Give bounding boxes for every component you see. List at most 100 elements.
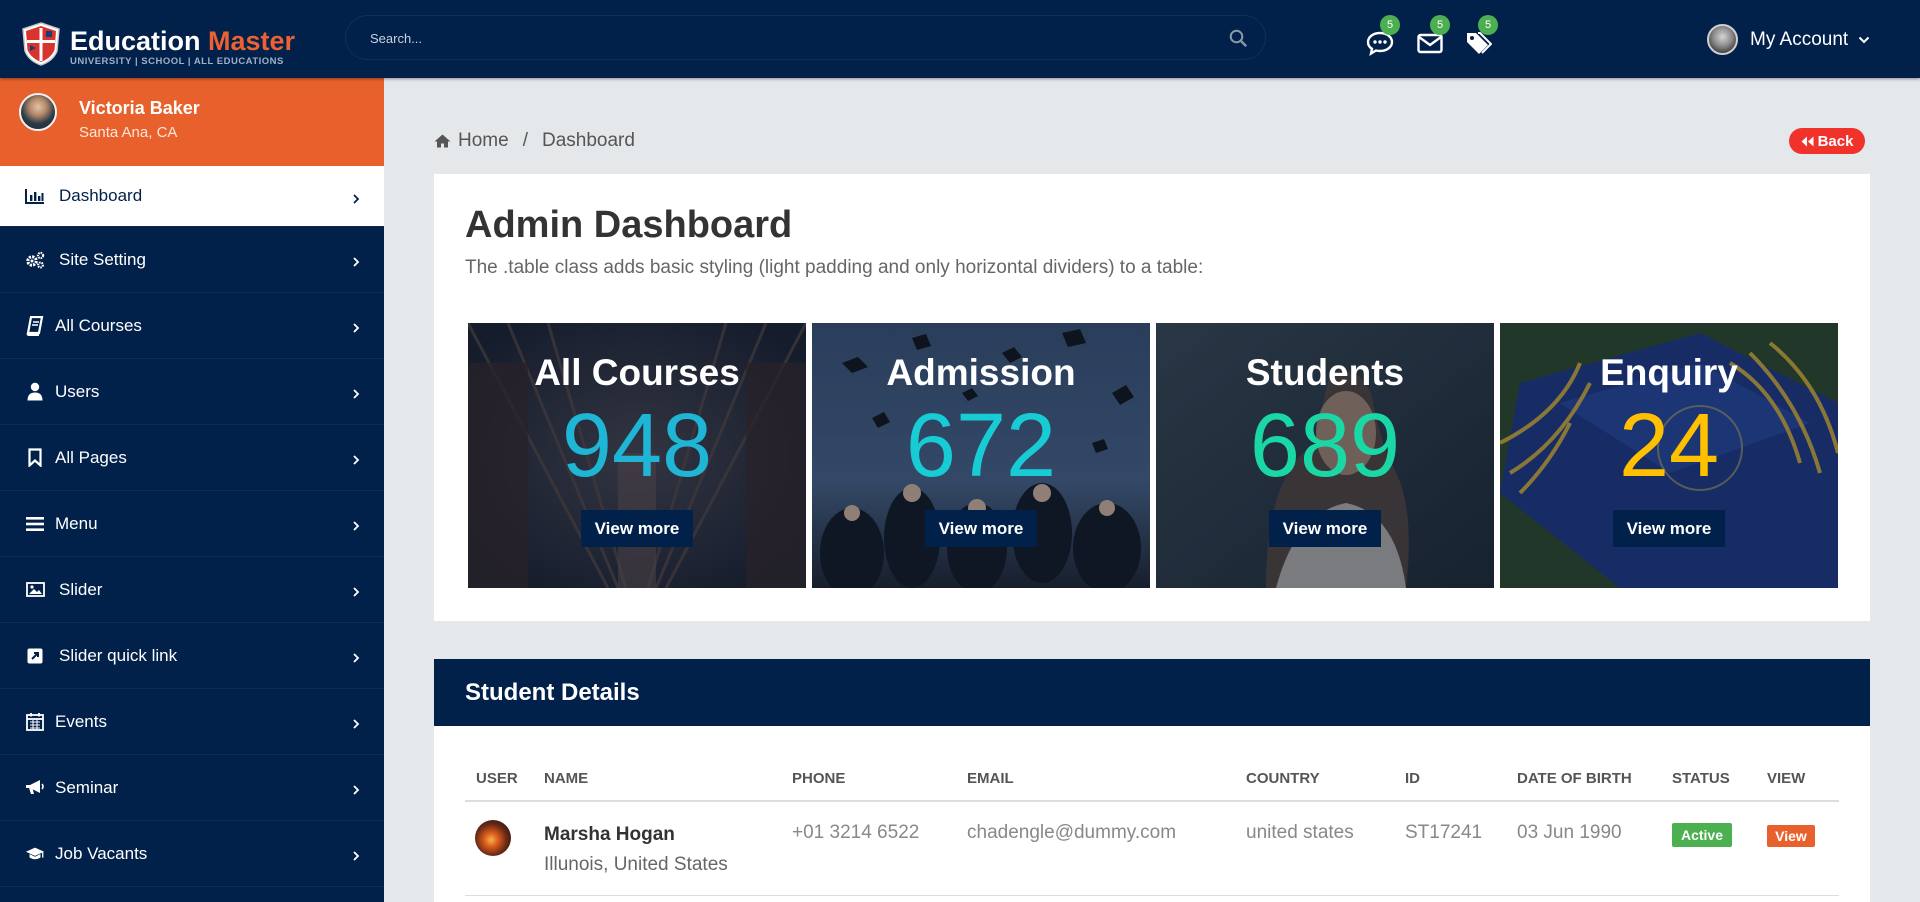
breadcrumb-home-link[interactable]: Home xyxy=(458,130,509,152)
chevron-right-icon xyxy=(353,521,360,531)
sidebar-item-label: All Pages xyxy=(55,447,127,467)
brand-subtitle: UNIVERSITY | SCHOOL | ALL EDUCATIONS xyxy=(70,56,284,67)
sidebar-item-site-setting[interactable]: Site Setting xyxy=(0,227,384,293)
user-icon xyxy=(27,382,43,401)
view-more-button[interactable]: View more xyxy=(1269,510,1381,547)
student-details-card: Student Details USER NAME PHONE EMAIL CO… xyxy=(434,659,1870,902)
breadcrumb: Home / Dashboard xyxy=(434,130,635,152)
sidebar-item-seminar[interactable]: Seminar xyxy=(0,755,384,821)
breadcrumb-current: Dashboard xyxy=(541,130,635,151)
shield-crest-icon xyxy=(22,22,60,66)
column-header-view[interactable]: VIEW xyxy=(1767,770,1805,787)
chevron-right-icon xyxy=(353,851,360,861)
account-label: My Account xyxy=(1750,28,1849,50)
chevron-right-icon xyxy=(353,719,360,729)
stat-value: 689 xyxy=(1249,396,1401,496)
student-email[interactable]: chadengle@dummy.com xyxy=(967,822,1176,844)
table-header-divider xyxy=(465,800,1839,802)
sidebar-menu: Dashboard Site Setting All Courses Users… xyxy=(0,166,384,887)
chevron-right-icon xyxy=(353,323,360,333)
sidebar-item-label: Slider xyxy=(59,579,103,599)
mail-button[interactable]: 5 xyxy=(1416,15,1450,58)
section-title: Student Details xyxy=(465,679,640,706)
bar-chart-icon xyxy=(25,189,44,204)
back-button[interactable]: Back xyxy=(1789,128,1865,154)
row-divider xyxy=(465,895,1839,896)
sidebar-item-menu[interactable]: Menu xyxy=(0,491,384,557)
sidebar-item-job-vacants[interactable]: Job Vacants xyxy=(0,821,384,887)
sidebar-item-label: Seminar xyxy=(55,777,119,797)
view-more-button[interactable]: View more xyxy=(925,510,1037,547)
brand-title-primary: Education xyxy=(70,26,201,56)
profile-name: Victoria Baker xyxy=(79,98,200,118)
sidebar-item-all-courses[interactable]: All Courses xyxy=(0,293,384,359)
stat-title: Students xyxy=(1245,352,1405,393)
search-bar xyxy=(345,15,1266,60)
stat-title: Enquiry xyxy=(1600,352,1738,393)
sidebar-item-users[interactable]: Users xyxy=(0,359,384,425)
graduation-cap-icon xyxy=(25,847,45,859)
stat-value: 672 xyxy=(905,396,1057,496)
column-header-status[interactable]: STATUS xyxy=(1672,770,1730,787)
backward-icon xyxy=(1801,136,1814,146)
account-menu[interactable]: My Account xyxy=(1707,24,1870,55)
notification-badge: 5 xyxy=(1478,15,1498,35)
stat-value: 948 xyxy=(561,396,713,496)
sidebar-item-slider[interactable]: Slider xyxy=(0,557,384,623)
column-header-name[interactable]: NAME xyxy=(544,770,588,787)
chevron-right-icon xyxy=(353,389,360,399)
sidebar-item-label: Slider quick link xyxy=(59,645,178,665)
student-dob: 03 Jun 1990 xyxy=(1517,822,1622,843)
sidebar-item-events[interactable]: Events xyxy=(0,689,384,755)
view-more-button[interactable]: View more xyxy=(1613,510,1725,547)
chevron-right-icon xyxy=(353,257,360,267)
account-avatar xyxy=(1707,24,1738,55)
sidebar-item-label: Dashboard xyxy=(59,186,143,205)
page-description: The .table class adds basic styling (lig… xyxy=(465,257,1204,278)
sidebar-item-label: Events xyxy=(55,711,107,731)
column-header-id[interactable]: ID xyxy=(1405,770,1420,787)
search-icon[interactable] xyxy=(1229,29,1247,47)
notification-badge: 5 xyxy=(1430,15,1450,35)
column-header-country[interactable]: COUNTRY xyxy=(1246,770,1320,787)
sidebar-item-all-pages[interactable]: All Pages xyxy=(0,425,384,491)
brand-title-accent: Master xyxy=(208,26,296,56)
sidebar-item-label: All Courses xyxy=(55,315,142,335)
student-name: Marsha Hogan xyxy=(544,824,675,845)
stat-value: 24 xyxy=(1618,396,1720,496)
avatar xyxy=(475,820,511,856)
search-input[interactable] xyxy=(370,28,1170,48)
page-title: Admin Dashboard xyxy=(465,204,793,246)
stat-card-admission: Admission 672 View more xyxy=(812,323,1150,588)
sidebar-item-dashboard[interactable]: Dashboard xyxy=(0,166,384,227)
profile-location: Santa Ana, CA xyxy=(79,124,178,141)
chevron-down-icon xyxy=(1859,36,1870,43)
calendar-icon xyxy=(26,713,44,731)
sidebar-profile[interactable]: Victoria Baker Santa Ana, CA xyxy=(0,78,384,166)
sidebar-item-slider-quick-link[interactable]: Slider quick link xyxy=(0,623,384,689)
messages-button[interactable]: 5 xyxy=(1366,15,1400,58)
column-header-email[interactable]: EMAIL xyxy=(967,770,1014,787)
sidebar-item-label: Menu xyxy=(55,513,98,533)
sidebar-item-label: Users xyxy=(55,381,100,401)
cogs-icon xyxy=(26,251,45,269)
column-header-phone[interactable]: PHONE xyxy=(792,770,845,787)
notification-badge: 5 xyxy=(1380,15,1400,35)
book-icon xyxy=(26,315,44,336)
breadcrumb-separator: / xyxy=(522,130,528,151)
tags-button[interactable]: 5 xyxy=(1464,15,1498,58)
column-header-user[interactable]: USER xyxy=(476,770,518,787)
view-more-button[interactable]: View more xyxy=(581,510,693,547)
avatar xyxy=(19,93,57,131)
bars-icon xyxy=(26,516,44,531)
view-button[interactable]: View xyxy=(1767,825,1815,847)
brand-logo[interactable]: Education Master UNIVERSITY | SCHOOL | A… xyxy=(20,22,296,67)
student-address: Illunois, United States xyxy=(544,854,728,875)
stat-title: Admission xyxy=(886,352,1076,393)
sidebar-item-label: Site Setting xyxy=(59,249,146,269)
status-badge: Active xyxy=(1672,823,1732,847)
column-header-date-of-birth[interactable]: DATE OF BIRTH xyxy=(1517,770,1632,787)
top-navbar: Education Master UNIVERSITY | SCHOOL | A… xyxy=(0,0,1920,78)
chevron-right-icon xyxy=(353,785,360,795)
sidebar-item-label: Job Vacants xyxy=(55,843,148,863)
